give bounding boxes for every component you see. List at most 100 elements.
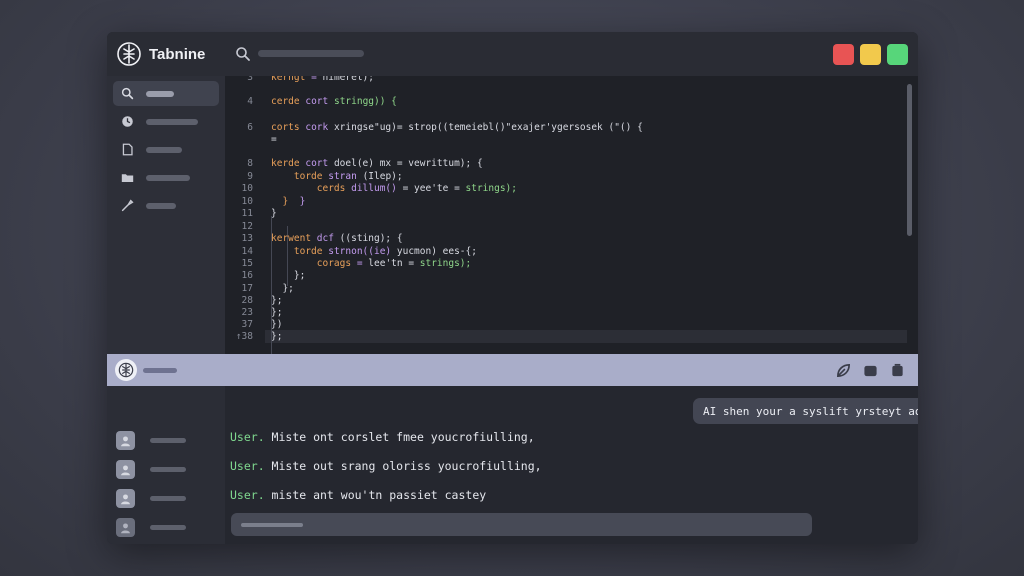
- code-line: 9 torde stran (Ilep);: [225, 170, 403, 182]
- search-icon[interactable]: [235, 46, 251, 62]
- tabnine-logo-icon: [117, 42, 141, 66]
- code-token: (Ilep);: [356, 170, 403, 182]
- code-text: };: [271, 330, 283, 342]
- code-token: corags: [316, 257, 352, 269]
- line-number: 9: [247, 170, 253, 182]
- code-text: corags = lee'tn = strings);: [271, 258, 471, 269]
- vertical-scrollbar[interactable]: [907, 84, 912, 236]
- code-token: torde: [293, 245, 323, 257]
- participant-item[interactable]: [116, 488, 186, 508]
- code-text: }): [271, 318, 283, 330]
- code-line: 10 } }: [225, 195, 306, 207]
- code-token: cerds: [316, 182, 346, 194]
- sidebar-item-label: [146, 90, 174, 97]
- participant-item[interactable]: [116, 459, 186, 479]
- sidebar-item-label: [146, 202, 176, 209]
- message-text: Miste out srang oloriss youcrofiulling,: [264, 459, 542, 473]
- code-token: kerwent: [271, 232, 312, 244]
- code-token: xringse"ug)= strop((temeiebl()"exajer'yg…: [328, 121, 643, 133]
- code-text: };: [271, 294, 283, 306]
- maximize-button[interactable]: [887, 44, 908, 65]
- participant-item[interactable]: [116, 430, 186, 450]
- line-number: 4: [247, 95, 253, 107]
- code-line: 13 kerwent dcf ((sting); {: [225, 232, 403, 244]
- participant-name: [150, 437, 186, 443]
- search-input[interactable]: [258, 50, 364, 57]
- code-token: himerel);: [316, 76, 374, 83]
- code-token: doel(e) mx = vewrittum); {: [328, 157, 483, 169]
- clock-icon: [122, 116, 133, 127]
- line-number: 10: [241, 195, 253, 207]
- code-token: stringg)) {: [333, 95, 397, 107]
- code-text: } }: [271, 196, 305, 207]
- brand-name: Tabnine: [149, 45, 206, 63]
- code-token: kerde: [271, 157, 300, 169]
- sidebar-item-search[interactable]: [113, 81, 219, 106]
- chat-header: [107, 354, 918, 386]
- participant-item[interactable]: [116, 517, 186, 537]
- code-text: torde strnon((ie) yucmon) ees-{;: [271, 246, 477, 257]
- code-token: torde: [293, 170, 323, 182]
- code-token: strings);: [419, 257, 472, 269]
- code-token: }: [299, 195, 306, 207]
- code-line: 17 };: [225, 282, 294, 294]
- line-number: 23: [241, 306, 253, 318]
- user-icon: [121, 464, 130, 475]
- code-text: =: [271, 133, 277, 145]
- sidebar-item-tools[interactable]: [113, 193, 219, 218]
- chat-panel: AI shen your a syslift yrsteyt aotp User…: [225, 386, 918, 544]
- participant-name: [150, 495, 186, 501]
- chat-message: User. Miste ont corslet fmee youcrofiull…: [230, 430, 535, 444]
- code-line: 28};: [225, 294, 283, 306]
- file-icon: [122, 143, 133, 156]
- code-text: };: [271, 306, 283, 318]
- code-token: strings);: [465, 182, 517, 194]
- code-text: kerwent dcf ((sting); {: [271, 233, 403, 244]
- chat-input-placeholder: [241, 523, 303, 527]
- chat-participants: [107, 386, 225, 544]
- code-line: =: [225, 133, 277, 145]
- chat-input[interactable]: [231, 513, 812, 536]
- code-editor[interactable]: 2keeye cort wyect-yes'e string"); {3kern…: [225, 76, 918, 354]
- line-number: 17: [241, 282, 253, 294]
- participant-name: [150, 524, 186, 530]
- code-line: 15 corags = lee'tn = strings);: [225, 257, 472, 269]
- avatar: [116, 488, 135, 508]
- leaf-icon[interactable]: [836, 363, 851, 378]
- chat-message: User. miste ant wou'tn passiet castey: [230, 488, 486, 502]
- code-line: 23};: [225, 306, 283, 318]
- line-number: 28: [241, 294, 253, 306]
- code-token: yucmon) ees-{;: [391, 245, 477, 257]
- line-number: 37: [241, 318, 253, 330]
- sidebar-item-label: [146, 118, 198, 125]
- line-number: 10: [241, 182, 253, 194]
- sidebar-item-folders[interactable]: [113, 165, 219, 190]
- avatar: [116, 430, 135, 450]
- sidebar-item-files[interactable]: [113, 137, 219, 162]
- message-text: miste ant wou'tn passiet castey: [264, 488, 487, 502]
- code-line: 6 corts cork xringse"ug)= strop((temeiebl…: [225, 121, 643, 133]
- avatar: [116, 517, 135, 537]
- tabnine-logo-icon: [118, 362, 134, 378]
- code-token: cort: [305, 157, 329, 169]
- brand: Tabnine: [117, 42, 205, 66]
- minimize-button[interactable]: [860, 44, 881, 65]
- user-icon: [121, 522, 130, 533]
- code-token: ((sting); {: [333, 232, 403, 244]
- code-text: corts cork xringse"ug)= strop((temeiebl(…: [271, 122, 643, 133]
- current-line-highlight: [265, 330, 907, 343]
- trash-icon[interactable]: [890, 363, 905, 378]
- line-number: 14: [241, 245, 253, 257]
- line-number: 6: [247, 121, 253, 133]
- chat-avatar: [115, 359, 137, 381]
- close-button[interactable]: [833, 44, 854, 65]
- folder-icon[interactable]: [863, 363, 878, 378]
- message-author: User.: [230, 430, 265, 444]
- assistant-message-bubble: AI shen your a syslift yrsteyt aotp: [693, 398, 918, 424]
- code-text: kerde cort doel(e) mx = vewrittum); {: [271, 158, 483, 169]
- sidebar-item-history[interactable]: [113, 109, 219, 134]
- line-number: 13: [241, 232, 253, 244]
